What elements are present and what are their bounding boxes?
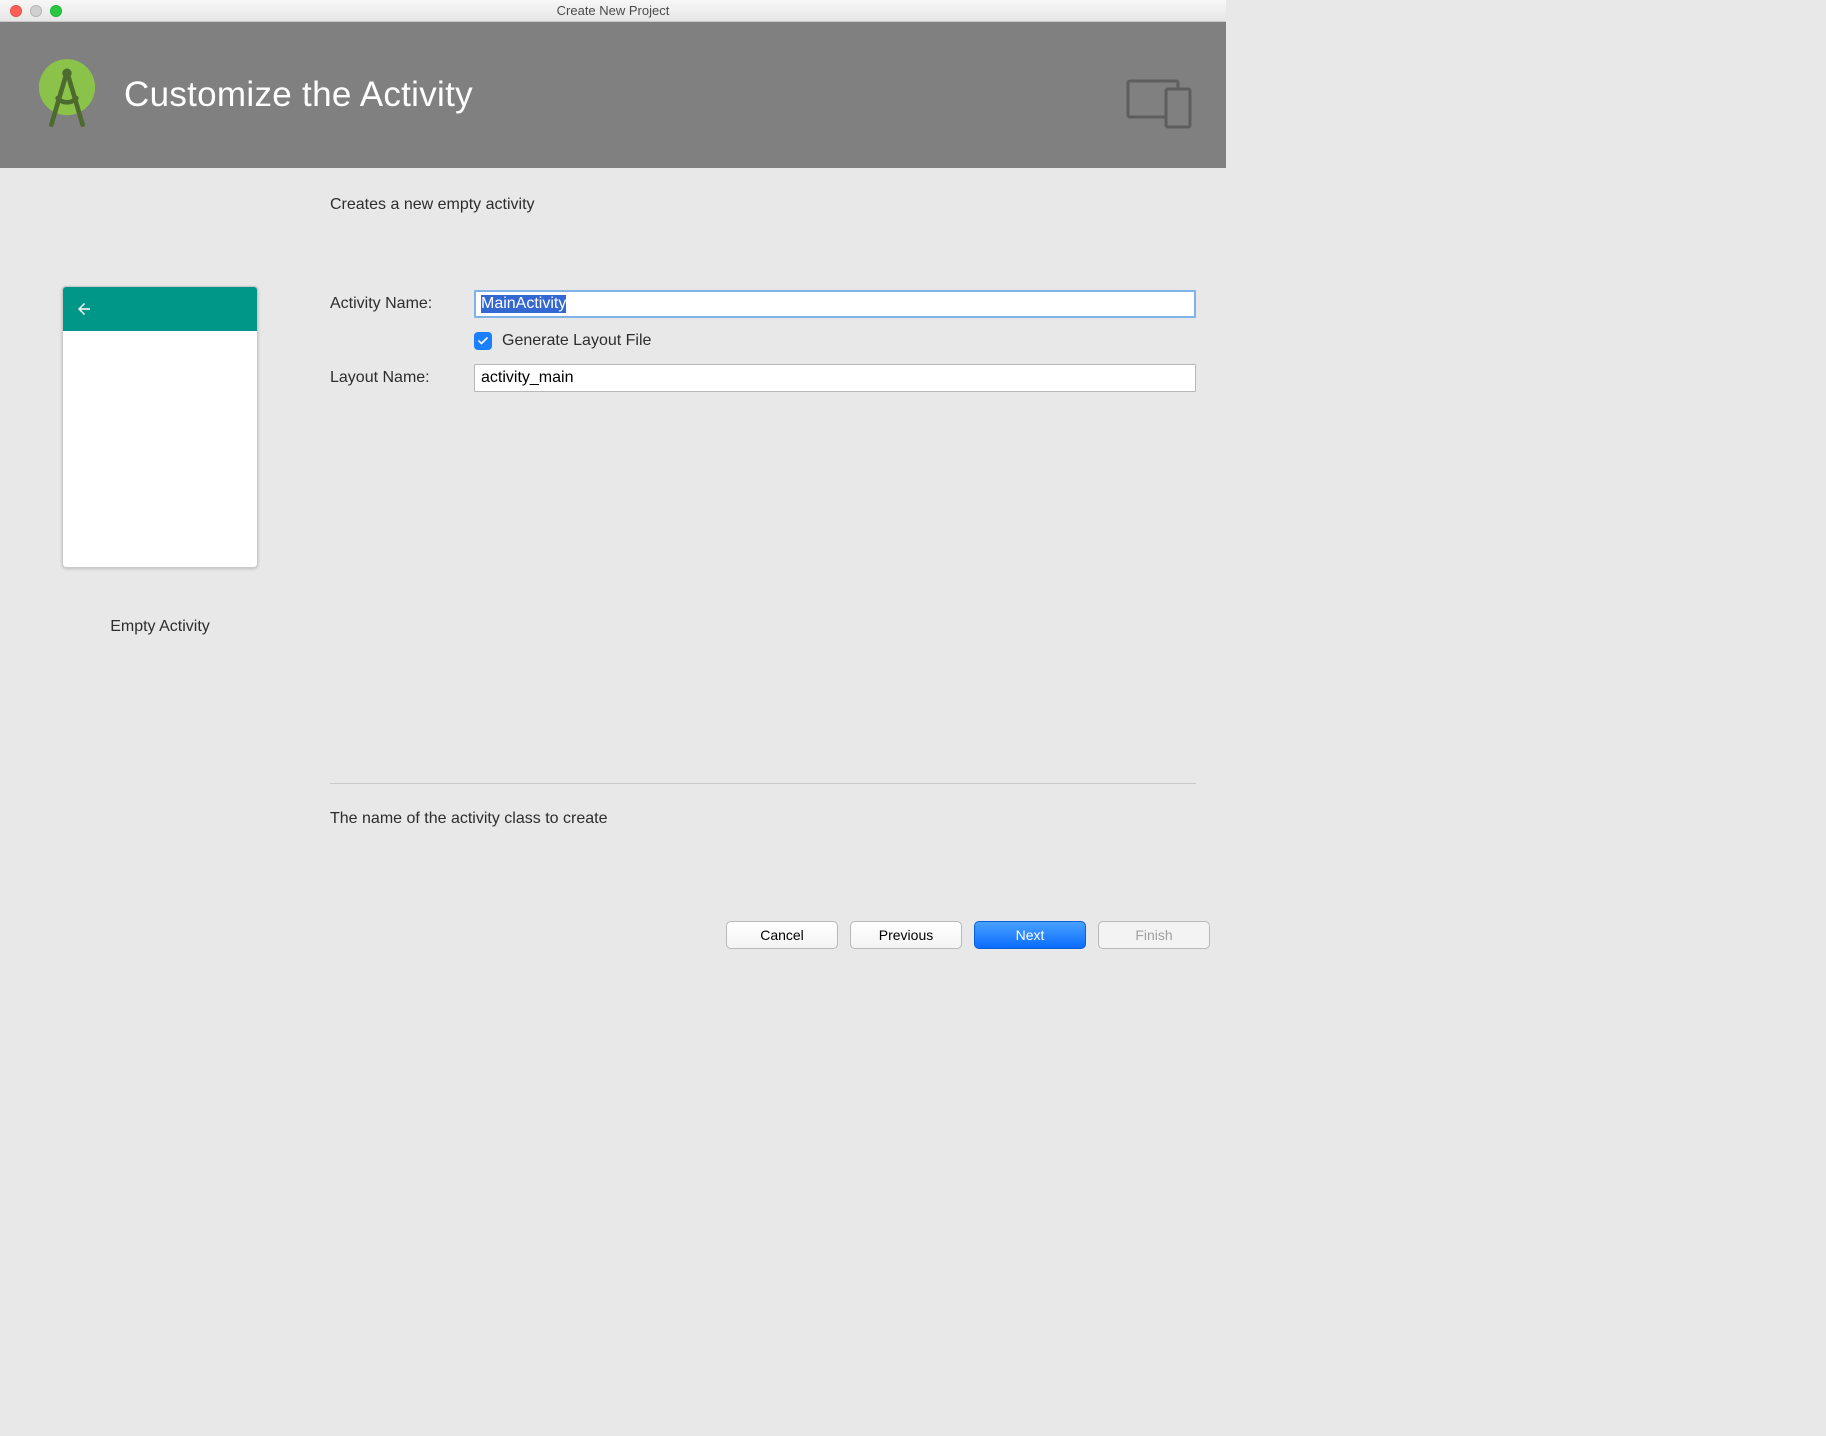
cancel-button[interactable]: Cancel	[726, 921, 838, 949]
form-description: Creates a new empty activity	[330, 196, 535, 214]
window-titlebar: Create New Project	[0, 0, 1226, 22]
generate-layout-label: Generate Layout File	[502, 332, 651, 350]
wizard-content: Empty Activity Creates a new empty activ…	[0, 168, 1226, 903]
template-preview-caption: Empty Activity	[110, 618, 210, 636]
wizard-banner: Customize the Activity	[0, 22, 1226, 168]
activity-name-input[interactable]	[474, 290, 1196, 318]
activity-name-label: Activity Name:	[330, 295, 474, 313]
activity-form: Creates a new empty activity Activity Na…	[330, 196, 1196, 903]
help-text-area: The name of the activity class to create	[330, 783, 1196, 903]
back-arrow-icon	[75, 300, 93, 318]
template-preview: Empty Activity	[30, 196, 290, 903]
wizard-heading: Customize the Activity	[124, 75, 473, 115]
close-window-button[interactable]	[10, 5, 22, 17]
generate-layout-checkbox[interactable]	[474, 332, 492, 350]
window-title: Create New Project	[0, 3, 1226, 18]
layout-name-input[interactable]	[474, 364, 1196, 392]
check-icon	[477, 335, 489, 347]
devices-icon	[1126, 77, 1198, 134]
minimize-window-button[interactable]	[30, 5, 42, 17]
template-preview-device	[62, 286, 258, 568]
activity-name-row: Activity Name:	[330, 290, 1196, 318]
preview-appbar	[63, 287, 257, 331]
zoom-window-button[interactable]	[50, 5, 62, 17]
help-text: The name of the activity class to create	[330, 810, 607, 827]
android-studio-logo-icon	[28, 56, 106, 134]
previous-button[interactable]: Previous	[850, 921, 962, 949]
next-button[interactable]: Next	[974, 921, 1086, 949]
layout-name-row: Layout Name:	[330, 364, 1196, 392]
generate-layout-row: Generate Layout File	[330, 332, 1196, 350]
layout-name-label: Layout Name:	[330, 369, 474, 387]
wizard-footer: Cancel Previous Next Finish	[726, 921, 1210, 949]
finish-button: Finish	[1098, 921, 1210, 949]
window-controls	[0, 5, 62, 17]
